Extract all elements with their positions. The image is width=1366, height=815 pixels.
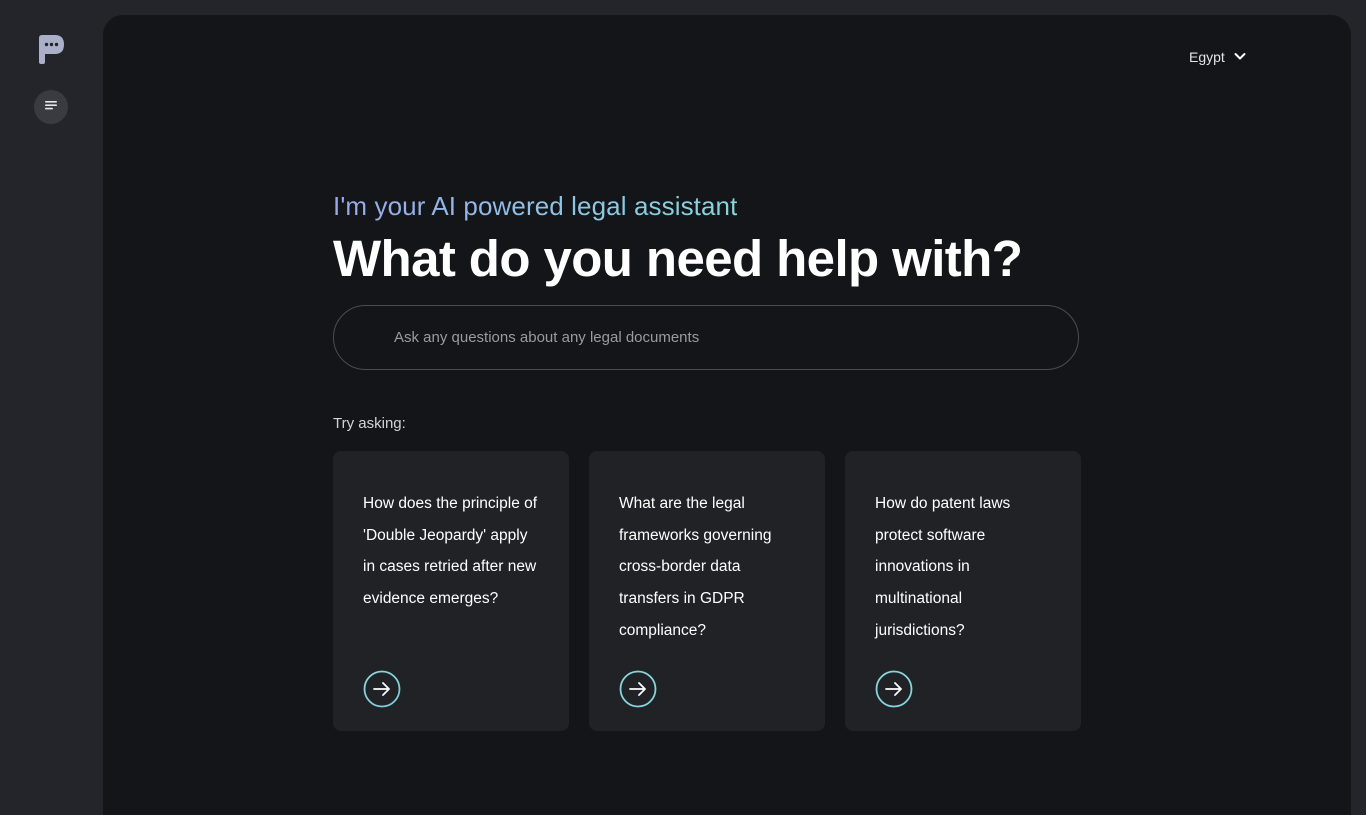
hero-subtitle: I'm your AI powered legal assistant — [333, 191, 738, 221]
suggestion-card[interactable]: What are the legal frameworks governing … — [589, 451, 825, 731]
country-label: Egypt — [1189, 49, 1225, 65]
country-selector[interactable]: Egypt — [1189, 47, 1247, 67]
suggestion-text: How does the principle of 'Double Jeopar… — [363, 495, 538, 608]
suggestion-cards: How does the principle of 'Double Jeopar… — [333, 451, 1081, 731]
menu-button[interactable] — [34, 90, 68, 124]
arrow-right-circle-icon[interactable] — [363, 670, 401, 708]
hero-section: I'm your AI powered legal assistant What… — [333, 189, 1081, 731]
menu-lines-icon — [44, 98, 58, 116]
search-input[interactable] — [394, 329, 1078, 346]
search-box[interactable] — [333, 305, 1079, 370]
chevron-down-icon — [1233, 49, 1247, 66]
main-panel: Egypt I'm your AI powered legal assistan… — [103, 15, 1351, 815]
sidebar — [0, 0, 103, 800]
suggestion-card[interactable]: How do patent laws protect software inno… — [845, 451, 1081, 731]
suggestion-text: What are the legal frameworks governing … — [619, 495, 772, 639]
arrow-right-circle-icon[interactable] — [875, 670, 913, 708]
page-title: What do you need help with? — [333, 230, 1023, 287]
suggestion-text: How do patent laws protect software inno… — [875, 495, 1011, 639]
chat-bubble-logo-icon[interactable] — [36, 34, 66, 66]
arrow-right-circle-icon[interactable] — [619, 670, 657, 708]
suggestions-label: Try asking: — [333, 415, 406, 432]
suggestion-card[interactable]: How does the principle of 'Double Jeopar… — [333, 451, 569, 731]
